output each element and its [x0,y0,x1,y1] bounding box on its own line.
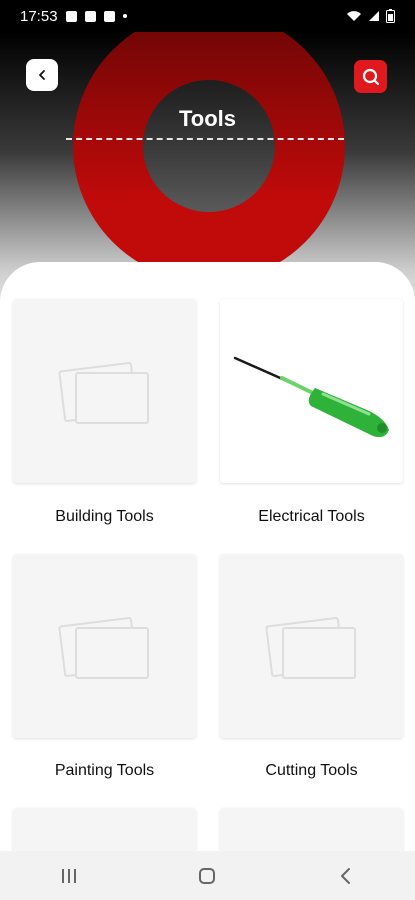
category-card-painting-tools[interactable] [13,554,196,738]
chevron-left-icon [39,70,45,80]
category-sheet: Building Tools Electrical Tools Painting… [0,262,415,862]
bag-icon [84,10,96,22]
search-button[interactable] [354,60,387,93]
image-icon [65,10,77,22]
category-label-building-tools: Building Tools [55,508,154,525]
system-navigation-bar [0,851,415,900]
category-card-building-tools[interactable] [13,299,196,483]
home-icon [199,867,216,884]
back-button[interactable] [26,59,58,91]
category-card-electrical-tools[interactable] [220,299,403,483]
back-nav-button[interactable] [316,856,376,896]
category-label-painting-tools: Painting Tools [54,762,155,779]
search-icon [362,68,379,85]
category-label-cutting-tools: Cutting Tools [265,762,358,779]
wifi-icon [347,11,361,21]
placeholder-image-icon [264,617,356,679]
signal-icon [369,11,379,21]
screwdriver-image [233,356,389,438]
page-title: Tools [178,106,237,131]
title-divider [66,138,344,140]
category-label-electrical-tools: Electrical Tools [258,508,365,525]
home-button[interactable] [177,856,237,896]
status-time: 17:53 [20,7,58,25]
bag-icon [103,10,115,22]
placeholder-image-icon [57,617,149,679]
decorative-ring [73,32,345,282]
status-bar: 17:53 [0,0,415,32]
recent-apps-button[interactable] [39,856,99,896]
back-icon [340,867,350,884]
dot-icon [122,14,127,18]
category-card-cutting-tools[interactable] [220,554,403,738]
placeholder-image-icon [57,362,149,424]
battery-icon [386,9,395,23]
recent-apps-icon [62,868,77,883]
